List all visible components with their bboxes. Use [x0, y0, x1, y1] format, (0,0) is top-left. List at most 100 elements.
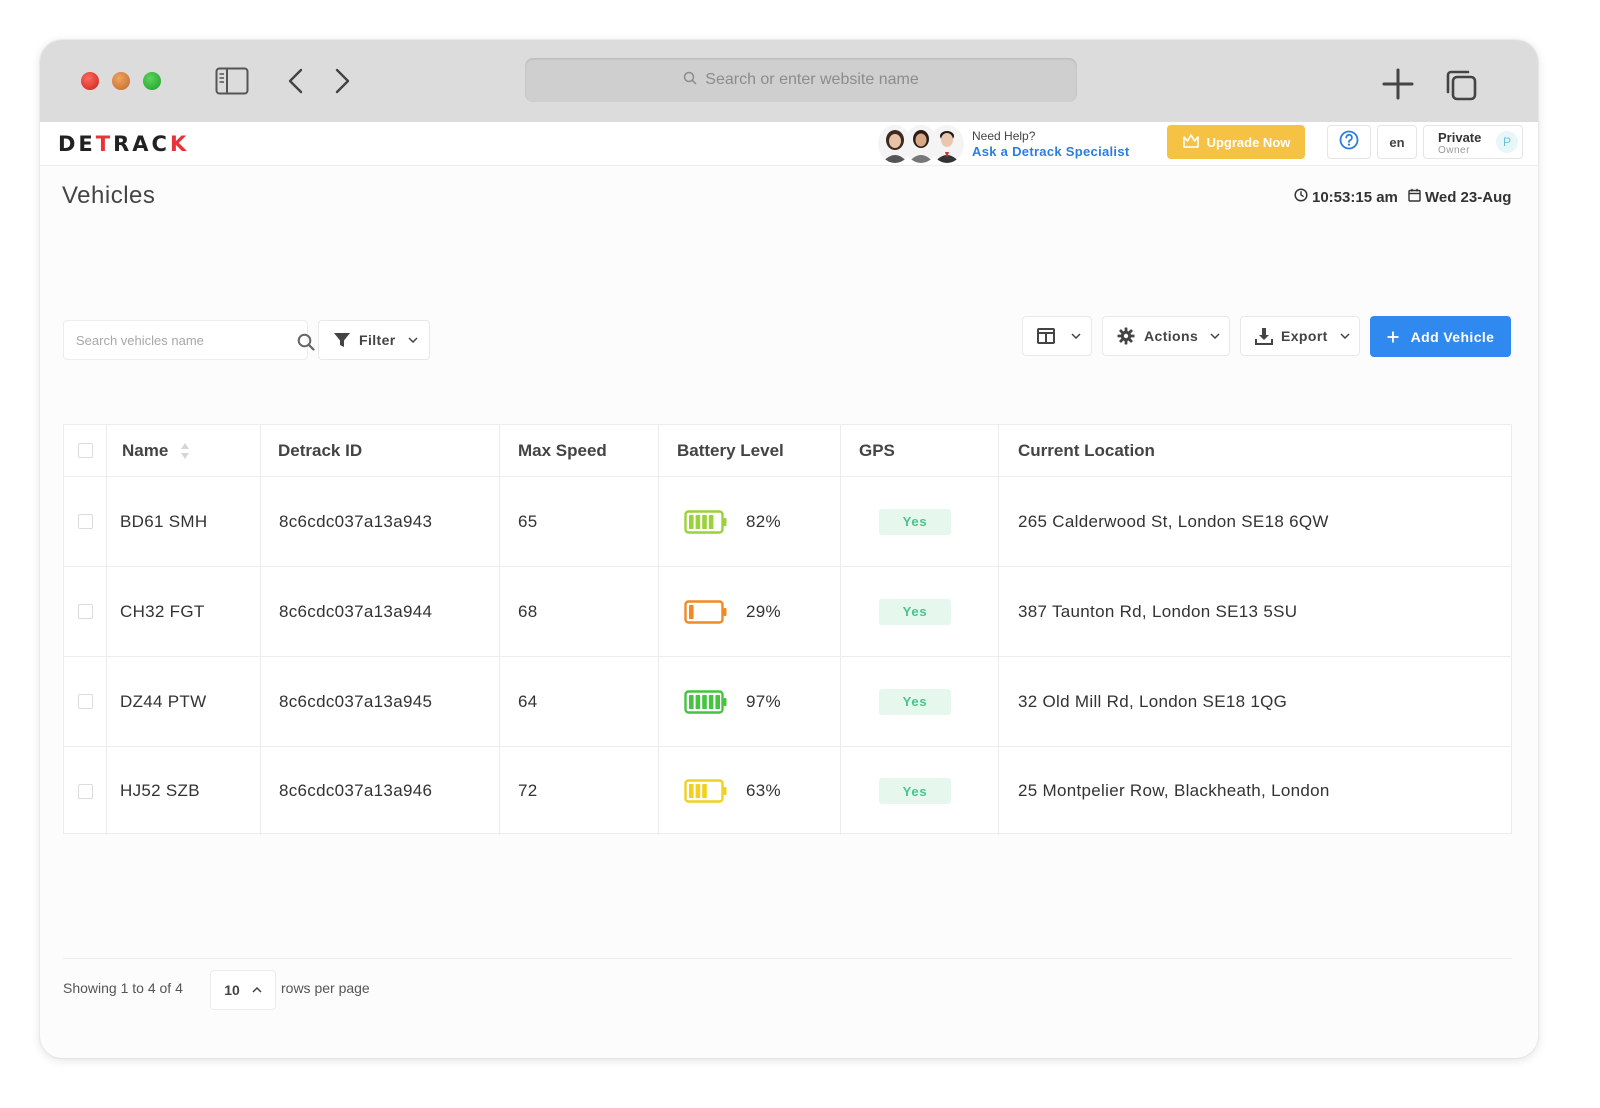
column-header-name[interactable]: Name — [107, 425, 261, 476]
battery-icon — [684, 689, 728, 714]
filter-button[interactable]: Filter — [318, 320, 430, 360]
forward-arrow-icon[interactable] — [332, 67, 352, 100]
current-time: 10:53:15 am — [1294, 188, 1398, 206]
minimize-window-button[interactable] — [112, 72, 130, 90]
new-tab-plus-icon[interactable] — [1382, 68, 1414, 105]
sidebar-toggle-icon[interactable] — [215, 67, 249, 100]
row-checkbox[interactable] — [77, 783, 93, 799]
max-speed: 72 — [500, 747, 659, 835]
max-speed: 64 — [500, 657, 659, 746]
calendar-icon — [1408, 188, 1421, 206]
table-row[interactable]: BD61 SMH 8c6cdc037a13a943 65 82% Yes 265… — [64, 477, 1511, 567]
close-window-button[interactable] — [81, 72, 99, 90]
chevron-down-icon — [1340, 333, 1350, 339]
max-speed: 65 — [500, 477, 659, 566]
battery-cell: 82% — [659, 477, 841, 566]
actions-label: Actions — [1144, 328, 1199, 344]
row-select-cell — [64, 567, 107, 656]
vehicle-name[interactable]: DZ44 PTW — [107, 657, 261, 746]
battery-percent: 29% — [746, 601, 781, 621]
help-button[interactable] — [1327, 125, 1371, 159]
sort-icon[interactable] — [180, 442, 190, 460]
vehicle-name[interactable]: BD61 SMH — [107, 477, 261, 566]
profile-menu[interactable]: Private Owner P — [1423, 125, 1523, 159]
column-header-location: Current Location — [999, 425, 1511, 476]
tabs-overview-icon[interactable] — [1444, 68, 1478, 107]
gps-cell: Yes — [841, 657, 999, 746]
back-arrow-icon[interactable] — [286, 67, 306, 100]
vehicle-name[interactable]: CH32 FGT — [107, 567, 261, 656]
upgrade-now-button[interactable]: Upgrade Now — [1167, 125, 1305, 159]
ask-specialist-link[interactable]: Ask a Detrack Specialist — [972, 144, 1130, 160]
column-header-label: Current Location — [1018, 440, 1155, 460]
row-checkbox[interactable] — [77, 604, 93, 619]
time-label: 10:53:15 am — [1312, 188, 1398, 206]
battery-percent: 97% — [746, 691, 781, 711]
filter-label: Filter — [359, 332, 396, 348]
specialist-avatars — [878, 125, 966, 163]
rows-per-page-select[interactable]: 10 — [210, 970, 276, 1010]
chevron-down-icon — [1071, 333, 1081, 339]
language-label: en — [1389, 134, 1405, 150]
row-select-cell — [64, 657, 107, 746]
vehicle-search — [63, 320, 315, 360]
column-header-detrack-id: Detrack ID — [261, 425, 500, 476]
battery-icon — [684, 779, 728, 803]
table-row[interactable]: HJ52 SZB 8c6cdc037a13a946 72 63% Yes 25 … — [64, 747, 1511, 835]
status-badge: Yes — [879, 688, 951, 715]
column-header-max-speed: Max Speed — [500, 425, 659, 476]
add-vehicle-button[interactable]: Add Vehicle — [1370, 316, 1511, 357]
chevron-up-icon — [252, 987, 262, 993]
clock-icon — [1294, 188, 1308, 206]
search-icon[interactable] — [297, 333, 315, 356]
battery-cell: 29% — [659, 567, 841, 656]
gps-cell: Yes — [841, 747, 999, 835]
column-header-label: Max Speed — [518, 440, 607, 460]
column-header-label: Name — [122, 440, 169, 460]
battery-icon — [684, 509, 728, 534]
detrack-id: 8c6cdc037a13a944 — [261, 567, 500, 656]
language-selector[interactable]: en — [1377, 125, 1417, 159]
showing-count: Showing 1 to 4 of 4 — [63, 980, 183, 996]
crown-icon — [1182, 133, 1200, 152]
row-checkbox[interactable] — [77, 694, 93, 709]
gps-cell: Yes — [841, 567, 999, 656]
battery-cell: 63% — [659, 747, 841, 835]
column-header-gps: GPS — [841, 425, 999, 476]
browser-toolbar: Search or enter website name — [40, 40, 1538, 122]
row-checkbox[interactable] — [77, 514, 93, 529]
search-icon — [683, 71, 697, 90]
actions-button[interactable]: Actions — [1102, 316, 1230, 356]
column-layout-button[interactable] — [1022, 316, 1092, 356]
maximize-window-button[interactable] — [143, 72, 161, 90]
select-all-checkbox[interactable] — [77, 443, 93, 458]
need-help-link[interactable]: Need Help? Ask a Detrack Specialist — [972, 128, 1130, 160]
upgrade-label: Upgrade Now — [1206, 134, 1291, 150]
detrack-logo[interactable]: DETRACK — [58, 132, 189, 156]
chevron-down-icon — [1210, 333, 1220, 339]
profile-role: Owner — [1438, 145, 1470, 156]
search-input[interactable] — [76, 329, 266, 351]
status-badge: Yes — [879, 508, 951, 535]
vehicle-name[interactable]: HJ52 SZB — [107, 747, 261, 835]
page-title: Vehicles — [62, 182, 156, 209]
address-bar[interactable]: Search or enter website name — [525, 58, 1077, 102]
current-date: Wed 23-Aug — [1408, 188, 1511, 206]
export-label: Export — [1281, 328, 1328, 344]
table-row[interactable]: CH32 FGT 8c6cdc037a13a944 68 29% Yes 387… — [64, 567, 1511, 657]
detrack-id: 8c6cdc037a13a946 — [261, 747, 500, 835]
vehicles-table: Name Detrack ID Max Speed Battery Level … — [63, 424, 1512, 835]
column-header-label: Battery Level — [677, 440, 784, 460]
row-select-cell — [64, 747, 107, 835]
export-button[interactable]: Export — [1240, 316, 1360, 356]
battery-percent: 82% — [746, 511, 781, 531]
max-speed: 68 — [500, 567, 659, 656]
table-row[interactable]: DZ44 PTW 8c6cdc037a13a945 64 97% Yes 32 … — [64, 657, 1511, 747]
plus-icon — [1387, 331, 1399, 343]
battery-icon — [684, 599, 728, 624]
gear-icon — [1117, 327, 1135, 345]
table-header: Name Detrack ID Max Speed Battery Level … — [64, 425, 1511, 477]
avatar[interactable]: P — [1496, 131, 1518, 153]
download-icon — [1255, 327, 1273, 345]
gps-cell: Yes — [841, 477, 999, 566]
